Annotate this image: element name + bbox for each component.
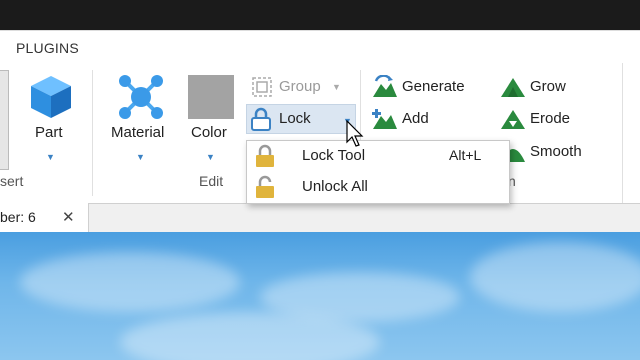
part-dropdown-arrow[interactable]: ▼ — [46, 152, 55, 162]
lock-dropdown-menu: Lock Tool Alt+L Unlock All — [246, 140, 510, 204]
insert-group-caption: sert — [0, 173, 24, 189]
group-icon — [252, 77, 272, 97]
smooth-label: Smooth — [530, 143, 582, 160]
3d-viewport[interactable] — [0, 232, 640, 360]
material-dropdown-arrow[interactable]: ▼ — [136, 152, 145, 162]
window-titlebar — [0, 0, 640, 30]
ribbon-separator — [92, 70, 93, 196]
generate-button[interactable]: Generate — [372, 74, 472, 100]
menu-item-label: Unlock All — [302, 178, 368, 195]
add-label: Add — [402, 110, 429, 127]
mouse-cursor-icon — [346, 120, 364, 147]
material-button[interactable]: Material ▼ — [108, 70, 174, 166]
part-label: Part — [35, 124, 63, 141]
menu-bar — [0, 30, 640, 63]
erode-label: Erode — [530, 110, 571, 127]
generate-terrain-icon — [373, 75, 397, 97]
grow-terrain-icon — [501, 78, 525, 97]
smooth-button[interactable]: Smooth — [500, 139, 600, 165]
grow-button[interactable]: Grow — [500, 74, 600, 100]
cube-icon — [31, 76, 71, 118]
ribbon-right-edge — [622, 63, 640, 203]
add-button[interactable]: Add — [372, 106, 472, 132]
document-tab[interactable]: ber: 6 ✕ — [0, 203, 89, 233]
group-label: Group — [279, 78, 321, 95]
document-tab-bar — [0, 203, 640, 233]
close-icon[interactable]: ✕ — [62, 208, 75, 226]
tab-plugins[interactable]: PLUGINS — [16, 40, 79, 56]
color-dropdown-arrow[interactable]: ▼ — [206, 152, 215, 162]
material-label: Material — [111, 124, 165, 141]
menu-item-unlock-all[interactable]: Unlock All — [247, 172, 509, 202]
lock-icon — [256, 144, 274, 167]
menu-item-label: Lock Tool — [302, 147, 366, 164]
lock-label: Lock — [279, 110, 311, 127]
add-terrain-icon — [372, 109, 397, 129]
erode-button[interactable]: Erode — [500, 106, 600, 132]
color-button[interactable]: Color ▼ — [186, 70, 236, 166]
menu-item-shortcut: Alt+L — [449, 147, 482, 163]
grow-label: Grow — [530, 78, 566, 95]
color-swatch-icon — [188, 75, 234, 119]
lock-icon — [251, 107, 271, 131]
document-tab-label: ber: 6 — [0, 209, 36, 225]
unlock-icon — [256, 175, 274, 198]
partial-insert-button[interactable] — [0, 70, 9, 170]
edit-group-caption: Edit — [199, 173, 224, 189]
group-button[interactable]: Group ▼ — [248, 74, 348, 100]
color-label: Color — [191, 124, 227, 141]
generate-label: Generate — [402, 78, 465, 95]
menu-item-lock-tool[interactable]: Lock Tool Alt+L — [247, 141, 509, 171]
material-icon — [119, 75, 163, 119]
part-button[interactable]: Part ▼ — [22, 70, 80, 166]
group-dropdown-arrow: ▼ — [332, 82, 341, 92]
erode-terrain-icon — [501, 110, 525, 129]
